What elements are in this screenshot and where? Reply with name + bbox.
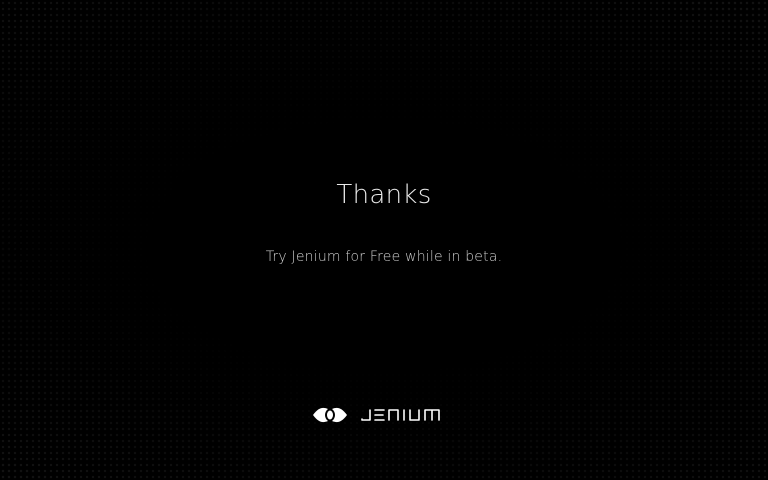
- eye-logo-icon: [310, 404, 350, 426]
- page-title: Thanks: [336, 180, 432, 210]
- page-subtitle: Try Jenium for Free while in beta.: [265, 249, 503, 265]
- thanks-screen: Thanks Try Jenium for Free while in beta…: [0, 0, 768, 480]
- brand-wordmark: [360, 407, 458, 423]
- brand-logo: JENIUM: [0, 404, 768, 426]
